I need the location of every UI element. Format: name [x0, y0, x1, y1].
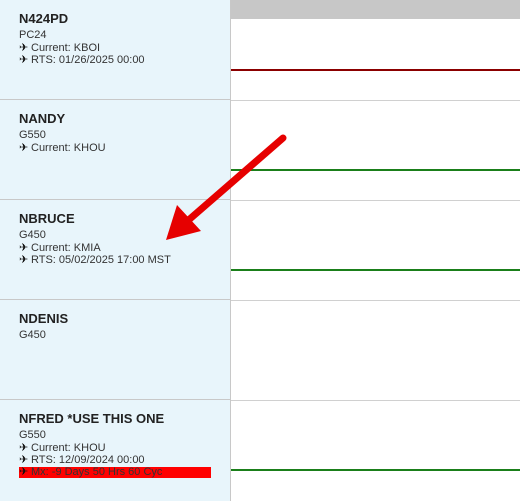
- tail-number[interactable]: NANDY: [19, 111, 225, 127]
- current-location: ✈ Current: KHOU: [19, 441, 106, 454]
- aircraft-row-n424pd[interactable]: N424PD PC24 ✈ Current: KBOI ✈ RTS: 01/26/2…: [0, 0, 231, 100]
- maintenance-warning: ✈ Mx: -9 Days 50 Hrs 60 Cyc: [19, 466, 211, 478]
- current-location: ✈ Current: KMIA: [19, 241, 101, 254]
- airplane-icon: ✈: [19, 54, 29, 66]
- timeline-bar-n424pd[interactable]: [231, 69, 520, 71]
- airplane-icon: ✈: [19, 254, 29, 266]
- aircraft-type: G450: [19, 229, 46, 241]
- airplane-icon: ✈: [19, 41, 29, 54]
- row-divider: [231, 300, 520, 301]
- aircraft-row-nfred[interactable]: NFRED *USE THIS ONE G550 ✈ Current: KHOU …: [0, 400, 231, 501]
- timeline-bar-nandy[interactable]: [231, 169, 520, 171]
- airplane-icon: ✈: [19, 466, 29, 478]
- airplane-icon: ✈: [19, 454, 29, 466]
- tail-number[interactable]: NFRED *USE THIS ONE: [19, 411, 225, 427]
- row-divider: [231, 100, 520, 101]
- aircraft-type: G450: [19, 329, 46, 341]
- rts-date: ✈ RTS: 01/26/2025 00:00: [19, 54, 145, 66]
- timeline-panel[interactable]: [231, 0, 520, 501]
- timeline-bar-nfred[interactable]: [231, 469, 520, 471]
- aircraft-row-nandy[interactable]: NANDY G550 ✈ Current: KHOU: [0, 100, 231, 200]
- rts-date: ✈ RTS: 12/09/2024 00:00: [19, 454, 145, 466]
- current-location: ✈ Current: KBOI: [19, 41, 101, 54]
- aircraft-type: G550: [19, 129, 46, 141]
- aircraft-list-panel: N424PD PC24 ✈ Current: KBOI ✈ RTS: 01/26/2…: [0, 0, 231, 501]
- timeline-bar-nbruce[interactable]: [231, 269, 520, 271]
- aircraft-row-nbruce[interactable]: NBRUCE G450 ✈ Current: KMIA ✈ RTS: 05/02/2…: [0, 200, 231, 300]
- airplane-icon: ✈: [19, 241, 29, 254]
- rts-date: ✈ RTS: 05/02/2025 17:00 MST: [19, 254, 171, 266]
- tail-number[interactable]: NBRUCE: [19, 211, 225, 227]
- row-divider: [231, 200, 520, 201]
- aircraft-row-ndenis[interactable]: NDENIS G450: [0, 300, 231, 400]
- row-divider: [231, 400, 520, 401]
- timeline-header-bar: [231, 0, 520, 19]
- aircraft-type: PC24: [19, 29, 47, 41]
- airplane-icon: ✈: [19, 141, 29, 154]
- aircraft-type: G550: [19, 429, 46, 441]
- tail-number[interactable]: N424PD: [19, 11, 225, 27]
- tail-number[interactable]: NDENIS: [19, 311, 225, 327]
- current-location: ✈ Current: KHOU: [19, 141, 106, 154]
- airplane-icon: ✈: [19, 441, 29, 454]
